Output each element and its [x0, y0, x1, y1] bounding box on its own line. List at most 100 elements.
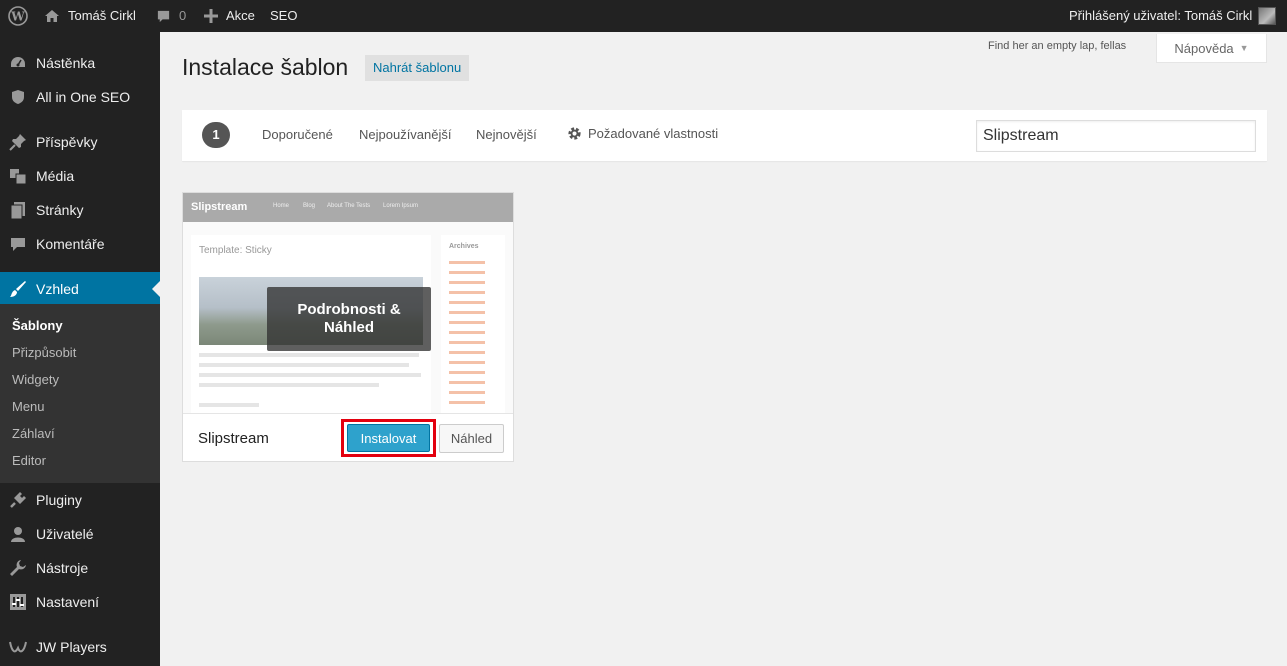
- theme-filter-bar: 1 Doporučené Nejpoužívanější Nejnovější …: [182, 110, 1267, 161]
- screenshot-archives-title: Archives: [449, 243, 479, 250]
- upload-theme-button[interactable]: Nahrát šablonu: [365, 55, 470, 81]
- screenshot-nav-item: Blog: [303, 203, 316, 209]
- screenshot-archive-link: [449, 391, 485, 394]
- sidebar-item-tools[interactable]: Nástroje: [0, 551, 160, 585]
- submenu-item-themes[interactable]: Šablony: [12, 316, 63, 336]
- admin-sidebar: Nástěnka All in One SEO Příspěvky Média …: [0, 32, 160, 666]
- avatar: [1258, 7, 1277, 25]
- site-name: Tomáš Cirkl: [68, 8, 136, 23]
- sidebar-item-comments[interactable]: Komentáře: [0, 227, 160, 261]
- media-icon: [0, 167, 36, 185]
- sidebar-item-posts[interactable]: Příspěvky: [0, 125, 160, 159]
- screenshot-archive-link: [449, 291, 485, 294]
- wrench-icon: [0, 559, 36, 577]
- new-content-label: Akce: [226, 8, 255, 23]
- submenu-item-customize[interactable]: Přizpůsobit: [12, 343, 76, 363]
- screenshot-archive-link: [449, 331, 485, 334]
- user-account-link[interactable]: Přihlášený uživatel: Tomáš Cirkl: [1069, 0, 1277, 32]
- sidebar-item-label: Stránky: [36, 202, 84, 218]
- submenu-item-widgets[interactable]: Widgety: [12, 370, 59, 390]
- filter-newest[interactable]: Nejnovější: [476, 127, 537, 142]
- sidebar-item-media[interactable]: Média: [0, 159, 160, 193]
- plugin-icon: [0, 491, 36, 509]
- theme-count-badge: 1: [202, 122, 230, 148]
- sidebar-item-users[interactable]: Uživatelé: [0, 517, 160, 551]
- screenshot-archive-link: [449, 321, 485, 324]
- screenshot-header: Slipstream Home Blog About The Tests Lor…: [183, 193, 513, 222]
- dashboard-icon: [0, 54, 36, 72]
- theme-card[interactable]: Slipstream Home Blog About The Tests Lor…: [182, 192, 514, 462]
- screenshot-text-line: [199, 353, 419, 357]
- seo-label: SEO: [270, 8, 298, 23]
- screenshot-archive-link: [449, 311, 485, 314]
- theme-search-input[interactable]: [976, 120, 1256, 152]
- submenu-item-menus[interactable]: Menu: [12, 397, 45, 417]
- submenu-item-editor[interactable]: Editor: [12, 451, 46, 471]
- help-button-label: Nápověda: [1174, 40, 1234, 56]
- screenshot-archive-link: [449, 401, 485, 404]
- screenshot-archive-link: [449, 281, 485, 284]
- screenshot-archive-link: [449, 261, 485, 264]
- user-greeting: Přihlášený uživatel: Tomáš Cirkl: [1069, 8, 1253, 23]
- site-name-link[interactable]: Tomáš Cirkl: [44, 0, 136, 32]
- help-button[interactable]: Nápověda ▼: [1156, 34, 1267, 63]
- sidebar-item-all-in-one-seo[interactable]: All in One SEO: [0, 80, 160, 114]
- screenshot-text-line: [199, 403, 259, 407]
- sidebar-item-plugins[interactable]: Pluginy: [0, 483, 160, 517]
- screenshot-nav-item: About The Tests: [327, 203, 371, 209]
- sidebar-item-label: Nástěnka: [36, 55, 96, 71]
- details-preview-overlay[interactable]: Podrobnosti & Náhled: [267, 287, 431, 351]
- sidebar-item-settings[interactable]: Nastavení: [0, 585, 160, 619]
- sidebar-item-label: Uživatelé: [36, 526, 94, 542]
- submenu-item-header[interactable]: Záhlaví: [12, 424, 55, 444]
- feature-filter-link[interactable]: Požadované vlastnosti: [567, 126, 718, 141]
- shield-icon: [0, 89, 36, 105]
- sidebar-item-label: Nástroje: [36, 560, 89, 576]
- comment-icon: [157, 10, 170, 22]
- screenshot-archive-link: [449, 361, 485, 364]
- sidebar-item-jw-players[interactable]: JW Players: [0, 630, 160, 664]
- screenshot-archive-link: [449, 341, 485, 344]
- comments-link[interactable]: 0: [156, 0, 186, 32]
- seo-link[interactable]: SEO: [270, 0, 297, 32]
- sidebar-item-label: Pluginy: [36, 492, 82, 508]
- filter-popular[interactable]: Nejpoužívanější: [359, 127, 452, 142]
- theme-screenshot[interactable]: Slipstream Home Blog About The Tests Lor…: [183, 193, 513, 413]
- page-title: Instalace šablon: [182, 54, 349, 80]
- feature-filter-label: Požadované vlastnosti: [588, 126, 719, 141]
- plus-icon: [204, 9, 218, 23]
- sidebar-item-label: Média: [36, 168, 75, 184]
- screenshot-nav-item: Lorem Ipsum: [383, 203, 419, 209]
- theme-card-footer: Slipstream Instalovat Náhled: [183, 413, 513, 461]
- sidebar-item-label: All in One SEO: [36, 89, 131, 105]
- player-icon: [0, 640, 36, 654]
- admin-bar: W Tomáš Cirkl 0 Akce SEO Přihlášený uživ…: [0, 0, 1287, 32]
- screenshot-archive-link: [449, 301, 485, 304]
- new-content-link[interactable]: Akce: [204, 0, 255, 32]
- sidebar-item-label: Komentáře: [36, 236, 105, 252]
- sidebar-item-label: Nastavení: [36, 594, 100, 610]
- pin-icon: [0, 133, 36, 151]
- comment-icon: [0, 236, 36, 252]
- gear-icon: [568, 127, 581, 140]
- screenshot-brand: Slipstream: [191, 201, 248, 213]
- brush-icon: [0, 280, 36, 298]
- sidebar-item-appearance[interactable]: Vzhled: [0, 272, 160, 306]
- sidebar-item-label: Příspěvky: [36, 134, 98, 150]
- appearance-submenu: Šablony Přizpůsobit Widgety Menu Záhlaví…: [0, 304, 160, 483]
- sidebar-item-dashboard[interactable]: Nástěnka: [0, 46, 160, 80]
- user-icon: [0, 526, 36, 542]
- screenshot-nav-item: Home: [273, 203, 290, 209]
- install-button[interactable]: Instalovat: [347, 424, 430, 452]
- wordpress-logo-icon[interactable]: W: [8, 0, 28, 32]
- svg-text:W: W: [10, 10, 25, 24]
- home-icon: [45, 10, 59, 22]
- preview-button[interactable]: Náhled: [439, 424, 504, 453]
- screenshot-archive-link: [449, 271, 485, 274]
- sidebar-item-label: Vzhled: [36, 281, 79, 297]
- filter-featured[interactable]: Doporučené: [262, 127, 333, 142]
- page-icon: [0, 201, 36, 219]
- screenshot-sidebar: Archives: [441, 235, 505, 413]
- sidebar-item-label: JW Players: [36, 639, 107, 655]
- sidebar-item-pages[interactable]: Stránky: [0, 193, 160, 227]
